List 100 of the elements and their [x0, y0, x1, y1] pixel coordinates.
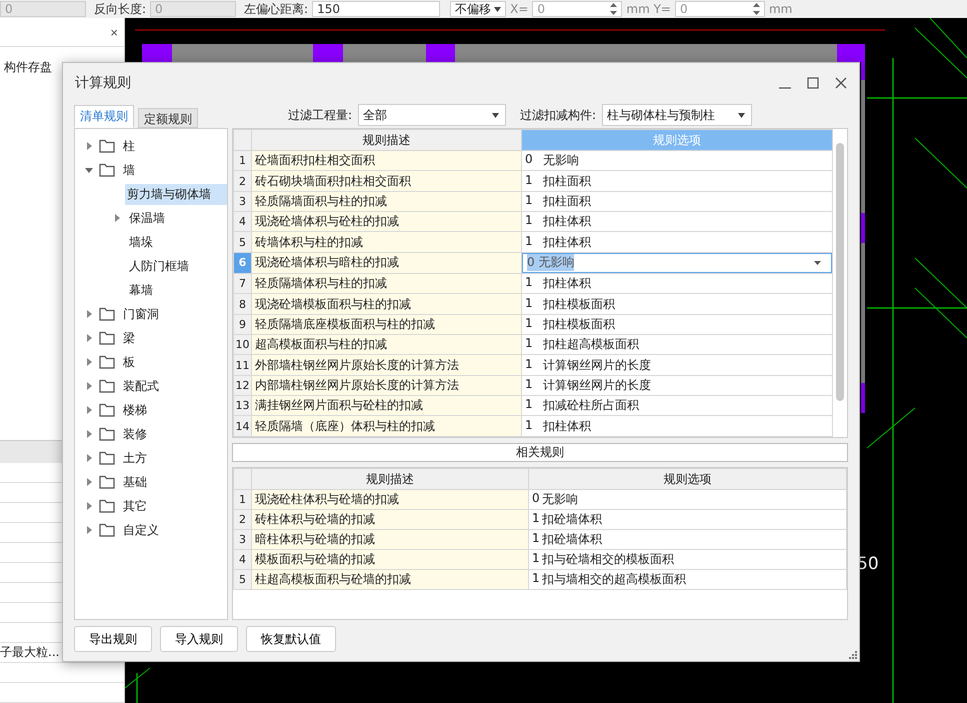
offset-dropdown[interactable]: 不偏移 — [450, 1, 506, 17]
field-label: X= — [510, 2, 528, 16]
row-number: 3 — [234, 191, 252, 212]
maximize-icon[interactable] — [807, 77, 819, 89]
folder-icon — [99, 403, 115, 417]
tree-item[interactable]: 其它 — [121, 496, 149, 516]
table-cell: 内部墙柱钢丝网片原始长度的计算方法 — [252, 375, 522, 396]
tree-item[interactable]: 幕墙 — [127, 280, 155, 300]
caret-icon[interactable] — [85, 502, 93, 510]
tree-item[interactable]: 人防门框墙 — [127, 256, 191, 276]
table-cell: 现浇砼柱体积与砼墙的扣减 — [252, 490, 528, 510]
table-cell: 模板面积与砼墙的扣减 — [252, 550, 528, 570]
row-number: 13 — [234, 396, 252, 416]
folder-icon — [99, 379, 115, 393]
folder-icon — [99, 163, 115, 177]
table-cell: 1 扣柱模板面积 — [525, 316, 615, 333]
table-cell: 1 扣与砼墙相交的模板面积 — [532, 551, 674, 568]
tree-item[interactable]: 门窗洞 — [121, 304, 161, 324]
dialog-button[interactable]: 恢复默认值 — [246, 626, 336, 652]
folder-icon — [99, 451, 115, 465]
row-number: 10 — [234, 334, 252, 355]
panel-title: 构件存盘 — [4, 60, 52, 74]
table-cell: 0 无影响 — [532, 491, 578, 508]
column-header[interactable]: 规则描述 — [252, 468, 528, 490]
table-cell: 1 扣柱体积 — [525, 275, 591, 292]
row-number: 5 — [234, 232, 252, 252]
folder-icon — [99, 427, 115, 441]
table-cell: 0 无影响 — [525, 152, 579, 170]
table-cell: 轻质隔墙底座模板面积与柱的扣减 — [252, 314, 522, 335]
tree-item[interactable]: 墙 — [121, 160, 137, 180]
caret-icon[interactable] — [85, 454, 93, 462]
tree-item[interactable]: 剪力墙与砌体墙 — [125, 184, 227, 204]
table-cell: 1 扣柱体积 — [525, 418, 591, 435]
tree-item[interactable]: 装修 — [121, 424, 149, 444]
table-cell: 1 扣砼墙体积 — [532, 511, 602, 528]
filter-label: 过滤扣减构件: — [520, 106, 596, 124]
table-cell: 1 扣柱超高模板面积 — [525, 336, 639, 354]
tree-item[interactable]: 土方 — [121, 448, 149, 468]
row-number: 14 — [234, 416, 252, 436]
input-field[interactable]: 150 — [312, 1, 440, 17]
table-cell: 砖柱体积与砼墙的扣减 — [252, 510, 528, 530]
table-cell: 轻质隔墙（底座）体积与柱的扣减 — [252, 416, 522, 436]
list-item[interactable]: 子最大粒... — [0, 644, 60, 661]
table-cell: 轻质隔墙面积与柱的扣减 — [252, 191, 522, 212]
table-cell: 砖石砌块墙面积扣柱相交面积 — [252, 170, 522, 192]
row-number: 1 — [234, 490, 252, 510]
folder-icon — [99, 475, 115, 489]
tab[interactable]: 清单规则 — [74, 105, 134, 128]
spinner-icon — [752, 3, 760, 15]
window-title: 计算规则 — [75, 74, 131, 92]
resize-grip-icon[interactable] — [848, 650, 857, 659]
filter-label: 过滤工程量: — [288, 106, 352, 124]
folder-icon — [99, 499, 115, 513]
table-cell: 现浇砼墙体积与砼柱的扣减 — [252, 212, 522, 232]
column-header[interactable]: 规则描述 — [252, 130, 522, 150]
tree-item[interactable]: 柱 — [121, 136, 137, 156]
column-header[interactable]: 规则选项 — [528, 468, 846, 490]
tree-item[interactable]: 墙垛 — [127, 232, 155, 252]
caret-icon[interactable] — [85, 334, 93, 342]
table-cell: 1 计算钢丝网片的长度 — [525, 376, 651, 394]
caret-icon — [738, 112, 746, 118]
close-icon[interactable] — [835, 77, 847, 89]
dialog-button[interactable]: 导出规则 — [74, 626, 152, 652]
row-number: 6 — [234, 252, 252, 274]
option-dropdown[interactable]: 0 无影响 — [522, 253, 832, 273]
tab[interactable]: 定额规则 — [138, 108, 198, 128]
tree-item[interactable]: 自定义 — [121, 520, 161, 540]
folder-icon — [99, 331, 115, 345]
close-button[interactable]: × — [110, 24, 118, 40]
caret-icon[interactable] — [85, 478, 93, 486]
caret-icon[interactable] — [85, 310, 93, 318]
row-number: 3 — [234, 530, 252, 550]
tree-item[interactable]: 基础 — [121, 472, 149, 492]
filter-dropdown[interactable]: 柱与砌体柱与预制柱 — [602, 104, 752, 126]
tree-item[interactable]: 保温墙 — [127, 208, 167, 228]
field-label: 左偏心距离: — [244, 0, 308, 18]
dialog-button[interactable]: 导入规则 — [160, 626, 238, 652]
caret-icon[interactable] — [113, 214, 121, 222]
row-number: 1 — [234, 150, 252, 171]
caret-icon[interactable] — [85, 382, 93, 390]
tree-item[interactable]: 装配式 — [121, 376, 161, 396]
tree-item[interactable]: 板 — [121, 352, 137, 372]
row-number: 5 — [234, 570, 252, 590]
table-cell: 1 扣砼墙体积 — [532, 531, 602, 548]
tree-item[interactable]: 梁 — [121, 328, 137, 348]
caret-icon[interactable] — [85, 430, 93, 438]
caret-icon[interactable] — [85, 166, 93, 174]
caret-icon[interactable] — [85, 142, 93, 150]
table-cell: 1 计算钢丝网片的长度 — [525, 356, 651, 374]
caret-icon[interactable] — [85, 526, 93, 534]
caret-icon[interactable] — [85, 406, 93, 414]
row-number: 12 — [234, 375, 252, 396]
folder-icon — [99, 307, 115, 321]
tree-item[interactable]: 楼梯 — [121, 400, 149, 420]
table-cell: 现浇砼墙体积与暗柱的扣减 — [252, 252, 522, 274]
caret-icon[interactable] — [85, 358, 93, 366]
table-cell: 1 扣柱体积 — [525, 213, 591, 230]
filter-dropdown[interactable]: 全部 — [358, 104, 506, 126]
section-header: 相关规则 — [232, 443, 848, 462]
table-cell: 现浇砼墙模板面积与柱的扣减 — [252, 294, 522, 314]
